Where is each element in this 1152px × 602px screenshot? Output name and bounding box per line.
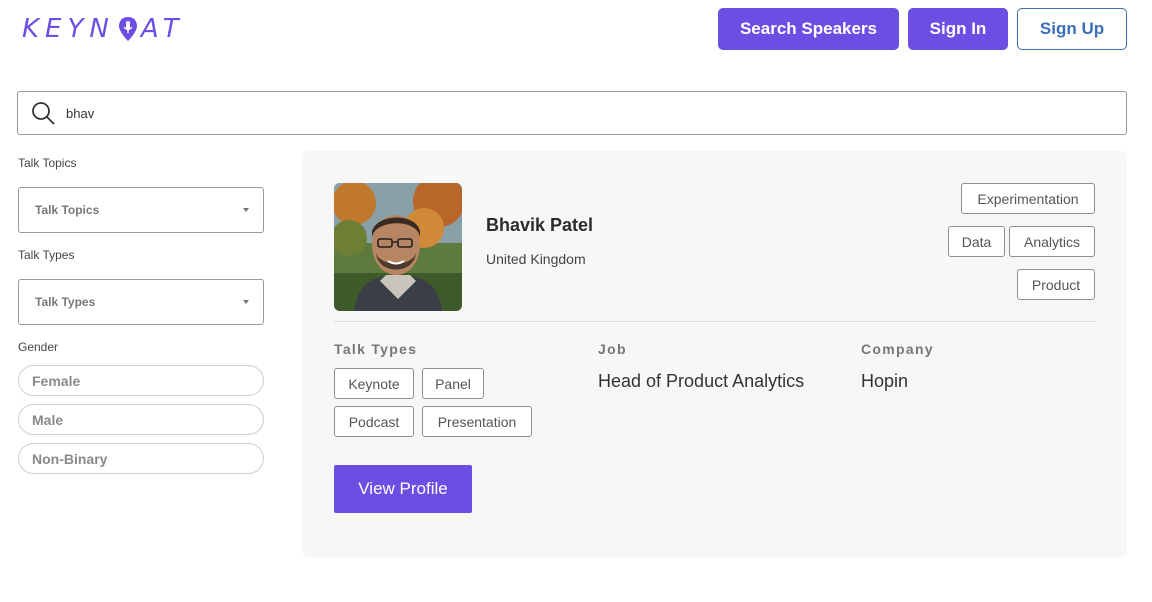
topic-tag: Data (948, 226, 1005, 257)
search-bar[interactable] (17, 91, 1127, 135)
sign-in-button[interactable]: Sign In (908, 8, 1008, 50)
sign-up-button[interactable]: Sign Up (1017, 8, 1127, 50)
talk-type-tag: Keynote (334, 368, 414, 399)
talk-types-heading: Talk Types (334, 341, 418, 357)
view-profile-button[interactable]: View Profile (334, 465, 472, 513)
topic-tag: Analytics (1009, 226, 1095, 257)
job-value: Head of Product Analytics (598, 371, 805, 391)
talk-types-select[interactable]: Talk Types (18, 279, 264, 325)
company-value: Hopin (861, 371, 909, 391)
search-speakers-button[interactable]: Search Speakers (718, 8, 899, 50)
talk-type-tag: Presentation (422, 406, 532, 437)
caret-down-icon (243, 300, 249, 304)
talk-topics-select[interactable]: Talk Topics (18, 187, 264, 233)
job-heading: Job (598, 341, 627, 357)
talk-types-select-value: Talk Types (35, 295, 96, 309)
logo-text-left: KEYN (22, 14, 115, 44)
talk-types-label: Talk Types (18, 248, 75, 262)
speaker-photo (334, 183, 462, 311)
speaker-card: Bhavik Patel United Kingdom Experimentat… (302, 151, 1127, 557)
talk-type-tag: Podcast (334, 406, 414, 437)
gender-option-female[interactable]: Female (18, 365, 264, 396)
search-input[interactable] (66, 105, 966, 121)
gender-option-male[interactable]: Male (18, 404, 264, 435)
speaker-country: United Kingdom (486, 251, 586, 267)
topic-tag: Experimentation (961, 183, 1095, 214)
microphone-pin-icon (117, 16, 139, 42)
company-heading: Company (861, 341, 934, 357)
keynoat-logo[interactable]: KEYN AT (22, 14, 185, 44)
speaker-name: Bhavik Patel (486, 215, 594, 235)
gender-label: Gender (18, 340, 59, 354)
talk-type-tag: Panel (422, 368, 484, 399)
caret-down-icon (243, 208, 249, 212)
logo-text-right: AT (140, 14, 185, 44)
talk-topics-select-value: Talk Topics (35, 203, 100, 217)
gender-option-non-binary[interactable]: Non-Binary (18, 443, 264, 474)
search-icon (32, 102, 55, 125)
talk-topics-label: Talk Topics (18, 156, 77, 170)
card-divider (334, 321, 1095, 322)
topic-tag: Product (1017, 269, 1095, 300)
